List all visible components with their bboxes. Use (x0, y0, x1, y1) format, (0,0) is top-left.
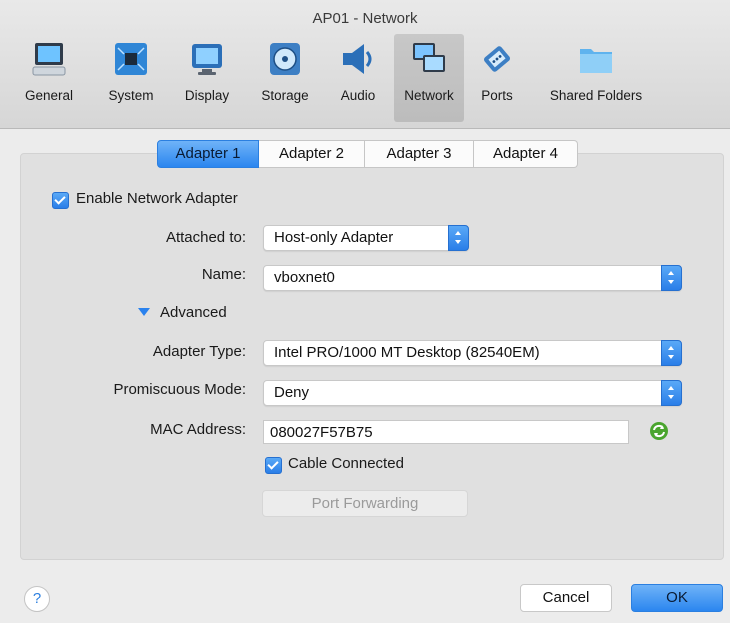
ok-button[interactable]: OK (631, 584, 723, 612)
attached-to-label: Attached to: (165, 229, 246, 246)
promiscuous-mode-stepper-icon (661, 380, 682, 406)
tab-adapter-2[interactable]: Adapter 2 (259, 140, 365, 168)
refresh-mac-icon[interactable] (649, 421, 669, 441)
toolbar-ports-label: Ports (481, 88, 513, 103)
tab-adapter-1[interactable]: Adapter 1 (157, 140, 259, 168)
settings-toolbar: General System Display Storage Audio Net… (0, 34, 730, 124)
network-icon (413, 43, 445, 72)
port-forwarding-button[interactable]: Port Forwarding (262, 490, 468, 517)
advanced-disclosure-icon[interactable] (138, 308, 150, 316)
promiscuous-mode-select[interactable]: Deny (263, 380, 682, 406)
toolbar-network[interactable]: Network (394, 34, 464, 122)
name-value: vboxnet0 (274, 269, 335, 286)
enable-adapter-checkbox[interactable] (52, 192, 69, 209)
attached-to-select[interactable]: Host-only Adapter (263, 225, 469, 251)
toolbar-audio-label: Audio (340, 88, 376, 103)
attached-to-stepper-icon (448, 225, 469, 251)
adapter-type-select[interactable]: Intel PRO/1000 MT Desktop (82540EM) (263, 340, 682, 366)
toolbar-ports[interactable]: Ports (472, 34, 522, 122)
serial-port-icon (484, 46, 510, 72)
mac-address-input[interactable] (264, 421, 628, 443)
settings-window: AP01 - Network General System Display St… (0, 0, 730, 623)
display-icon (192, 44, 222, 75)
toolbar-system-label: System (108, 88, 154, 103)
adapter-type-label: Adapter Type: (152, 343, 246, 360)
toolbar-display-label: Display (184, 88, 230, 103)
toolbar-display[interactable]: Display (176, 34, 238, 122)
attached-to-value: Host-only Adapter (274, 229, 394, 246)
mac-address-label: MAC Address: (150, 421, 246, 438)
toolbar-audio[interactable]: Audio (330, 34, 386, 122)
window-title: AP01 - Network (312, 10, 418, 27)
monitor-general-icon (32, 43, 66, 76)
toolbar-shared-folders[interactable]: Shared Folders (540, 34, 652, 122)
adapter-tabs: Adapter 1 Adapter 2 Adapter 3 Adapter 4 (157, 140, 578, 168)
tab-adapter-4[interactable]: Adapter 4 (474, 140, 578, 168)
toolbar-storage-label: Storage (261, 88, 309, 103)
mac-address-field[interactable] (263, 420, 629, 444)
speaker-audio-icon (343, 44, 372, 74)
advanced-label[interactable]: Advanced (160, 304, 227, 321)
name-label: Name: (201, 266, 246, 283)
name-stepper-icon (661, 265, 682, 291)
title-toolbar: AP01 - Network General System Display St… (0, 0, 730, 129)
adapter-type-value: Intel PRO/1000 MT Desktop (82540EM) (274, 344, 540, 361)
folder-icon (580, 49, 612, 73)
help-button[interactable]: ? (24, 586, 50, 612)
adapter-type-stepper-icon (661, 340, 682, 366)
cable-connected-checkbox[interactable] (265, 457, 282, 474)
name-select[interactable]: vboxnet0 (263, 265, 682, 291)
cable-connected-label: Cable Connected (288, 455, 404, 472)
toolbar-shared-folders-label: Shared Folders (549, 88, 643, 103)
chip-system-icon (115, 43, 147, 75)
enable-adapter-label: Enable Network Adapter (76, 190, 238, 207)
toolbar-general[interactable]: General (18, 34, 80, 122)
promiscuous-mode-value: Deny (274, 384, 310, 401)
disk-storage-icon (270, 43, 300, 75)
tab-adapter-3[interactable]: Adapter 3 (365, 140, 474, 168)
toolbar-storage[interactable]: Storage (252, 34, 318, 122)
toolbar-network-label: Network (404, 88, 454, 103)
toolbar-general-label: General (24, 88, 74, 103)
promiscuous-mode-label: Promiscuous Mode: (113, 381, 246, 398)
cancel-button[interactable]: Cancel (520, 584, 612, 612)
toolbar-system[interactable]: System (100, 34, 162, 122)
